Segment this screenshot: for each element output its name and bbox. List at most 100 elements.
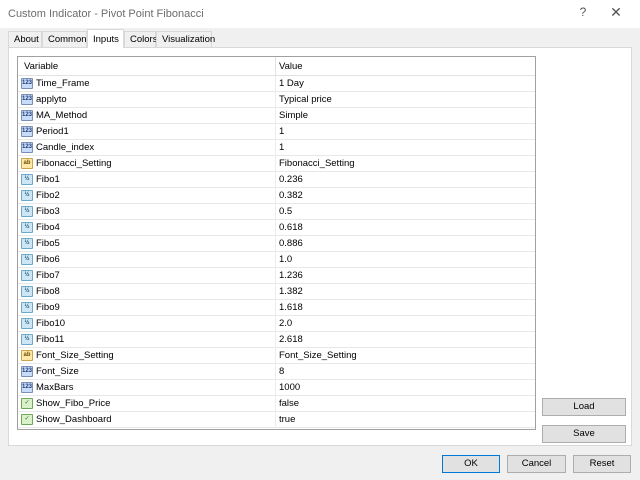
integer-type-icon: 123 — [21, 78, 33, 89]
table-row[interactable]: ½ Fibo11 2.618 — [18, 332, 535, 348]
table-row[interactable]: ½ Fibo7 1.236 — [18, 268, 535, 284]
table-row[interactable]: ✓ Show_Fibo_Price false — [18, 396, 535, 412]
save-button[interactable]: Save — [542, 425, 626, 443]
variable-value[interactable]: Font_Size_Setting — [279, 350, 357, 361]
cell-divider — [275, 252, 276, 268]
variable-value[interactable]: 1 — [279, 142, 284, 153]
table-row[interactable]: ½ Fibo1 0.236 — [18, 172, 535, 188]
double-type-icon: ½ — [21, 302, 33, 313]
column-header-variable[interactable]: Variable — [24, 61, 58, 72]
table-row[interactable]: ½ Fibo8 1.382 — [18, 284, 535, 300]
table-row[interactable]: 123 MA_Method Simple — [18, 108, 535, 124]
window-title: Custom Indicator - Pivot Point Fibonacci — [8, 8, 204, 20]
variable-value[interactable]: true — [279, 414, 295, 425]
variable-value[interactable]: 2.618 — [279, 334, 303, 345]
close-icon[interactable]: ✕ — [606, 4, 626, 22]
variable-name: Fibo5 — [36, 238, 60, 249]
cell-divider — [275, 204, 276, 220]
variable-name: Fibo10 — [36, 318, 66, 329]
table-row[interactable]: ab Fibonacci_Setting Fibonacci_Setting — [18, 156, 535, 172]
variable-name: Fibo9 — [36, 302, 60, 313]
cancel-button[interactable]: Cancel — [507, 455, 566, 473]
table-row[interactable]: 123 Candle_index 1 — [18, 140, 535, 156]
cell-divider — [275, 332, 276, 348]
table-row[interactable]: ½ Fibo6 1.0 — [18, 252, 535, 268]
variable-name: Fibo1 — [36, 174, 60, 185]
variable-value[interactable]: Fibonacci_Setting — [279, 158, 355, 169]
variable-value[interactable]: 1.0 — [279, 254, 292, 265]
double-type-icon: ½ — [21, 318, 33, 329]
variable-value[interactable]: 1.382 — [279, 286, 303, 297]
variable-value[interactable]: 1000 — [279, 382, 300, 393]
variable-value[interactable]: 1.618 — [279, 302, 303, 313]
integer-type-icon: 123 — [21, 142, 33, 153]
table-row[interactable]: ½ Fibo2 0.382 — [18, 188, 535, 204]
variable-value[interactable]: 0.382 — [279, 190, 303, 201]
variable-value[interactable]: 0.236 — [279, 174, 303, 185]
cell-divider — [275, 284, 276, 300]
table-row[interactable]: ½ Fibo10 2.0 — [18, 316, 535, 332]
variable-value[interactable]: 0.886 — [279, 238, 303, 249]
variable-name: Fibo3 — [36, 206, 60, 217]
variable-name: Fibo6 — [36, 254, 60, 265]
table-row[interactable]: 123 Font_Size 8 — [18, 364, 535, 380]
cell-divider — [275, 236, 276, 252]
table-row[interactable]: ½ Fibo5 0.886 — [18, 236, 535, 252]
tab-visualization[interactable]: Visualization — [156, 31, 215, 47]
boolean-type-icon: ✓ — [21, 414, 33, 425]
variable-value[interactable]: 0.5 — [279, 206, 292, 217]
boolean-type-icon: ✓ — [21, 398, 33, 409]
variable-value[interactable]: 1 Day — [279, 78, 304, 89]
cell-divider — [275, 156, 276, 172]
tab-common[interactable]: Common — [42, 31, 87, 47]
column-header-value[interactable]: Value — [279, 61, 303, 72]
load-button[interactable]: Load — [542, 398, 626, 416]
table-row[interactable]: ✓ Show_Dashboard true — [18, 412, 535, 428]
double-type-icon: ½ — [21, 270, 33, 281]
cell-divider — [275, 348, 276, 364]
variable-value[interactable]: 8 — [279, 366, 284, 377]
variable-value[interactable]: 0.618 — [279, 222, 303, 233]
variable-name: Fibo8 — [36, 286, 60, 297]
double-type-icon: ½ — [21, 334, 33, 345]
variable-name: applyto — [36, 94, 67, 105]
variable-name: Fibonacci_Setting — [36, 158, 112, 169]
help-icon[interactable]: ? — [576, 5, 590, 21]
variable-name: Period1 — [36, 126, 69, 137]
table-row[interactable]: 123 Period1 1 — [18, 124, 535, 140]
table-row[interactable]: ½ Fibo4 0.618 — [18, 220, 535, 236]
table-row[interactable]: ½ Fibo9 1.618 — [18, 300, 535, 316]
ok-button[interactable]: OK — [442, 455, 500, 473]
reset-button[interactable]: Reset — [573, 455, 631, 473]
table-row[interactable]: ab Font_Size_Setting Font_Size_Setting — [18, 348, 535, 364]
table-row[interactable]: ½ Fibo3 0.5 — [18, 204, 535, 220]
variable-value[interactable]: 1.236 — [279, 270, 303, 281]
variable-name: Time_Frame — [36, 78, 90, 89]
tab-colors[interactable]: Colors — [124, 31, 157, 47]
tab-inputs[interactable]: Inputs — [87, 29, 124, 48]
grid-header: Variable Value — [18, 57, 535, 76]
double-type-icon: ½ — [21, 174, 33, 185]
variable-value[interactable]: Simple — [279, 110, 308, 121]
double-type-icon: ½ — [21, 206, 33, 217]
integer-type-icon: 123 — [21, 110, 33, 121]
cell-divider — [275, 108, 276, 124]
integer-type-icon: 123 — [21, 126, 33, 137]
column-divider[interactable] — [275, 57, 276, 75]
variable-value[interactable]: 2.0 — [279, 318, 292, 329]
tab-about[interactable]: About — [8, 31, 42, 47]
variable-name: MA_Method — [36, 110, 88, 121]
cell-divider — [275, 172, 276, 188]
variable-value[interactable]: 1 — [279, 126, 284, 137]
table-row[interactable]: 123 applyto Typical price — [18, 92, 535, 108]
table-row[interactable]: 123 MaxBars 1000 — [18, 380, 535, 396]
title-bar: Custom Indicator - Pivot Point Fibonacci… — [0, 0, 640, 28]
variable-value[interactable]: Typical price — [279, 94, 332, 105]
string-type-icon: ab — [21, 350, 33, 361]
string-type-icon: ab — [21, 158, 33, 169]
variable-name: Show_Dashboard — [36, 414, 112, 425]
variable-value[interactable]: false — [279, 398, 299, 409]
double-type-icon: ½ — [21, 190, 33, 201]
table-row[interactable]: 123 Time_Frame 1 Day — [18, 76, 535, 92]
variable-name: Font_Size — [36, 366, 79, 377]
